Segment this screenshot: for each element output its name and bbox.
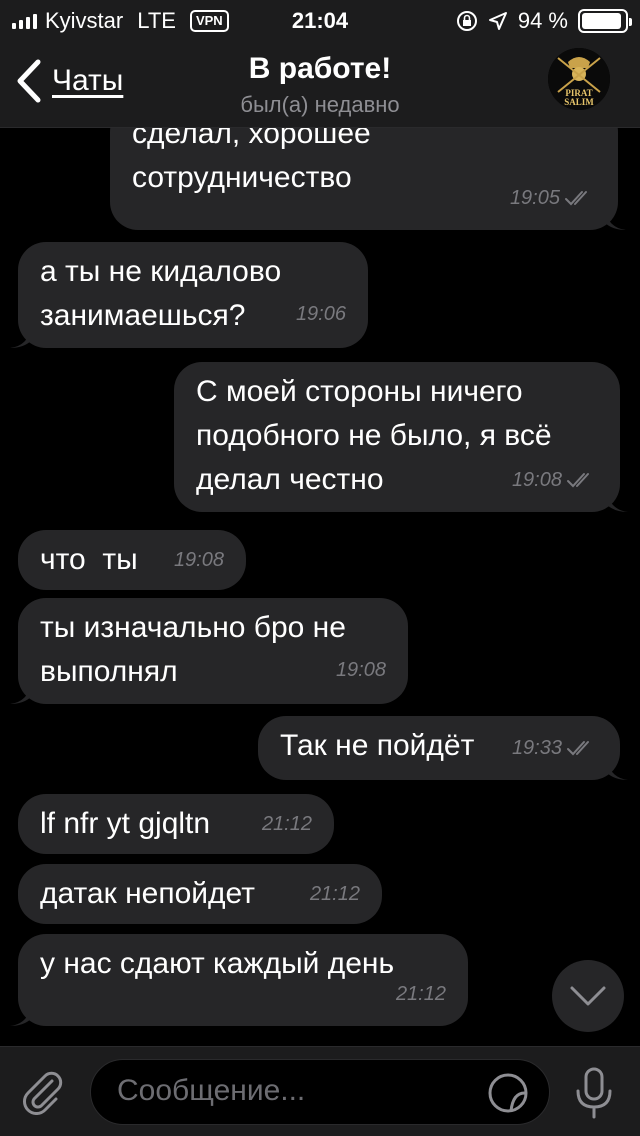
message-time: 19:08 [173,549,224,571]
avatar[interactable]: PIRAT SALIM [548,48,610,110]
bubble-tail [10,1004,32,1026]
message-time: 19:05 [509,187,560,209]
message-text-line: С моей стороны ничего [196,375,523,408]
chat-title[interactable]: В работе! [0,52,640,86]
message-meta: 21:12 [262,802,312,846]
message-bubble-outgoing[interactable]: сделал, хорошее сотрудничество 19:05 [110,128,626,230]
message-bubble-incoming[interactable]: что ты 19:08 [18,530,246,590]
bubble-tail [606,490,628,512]
message-time: 19:06 [295,303,346,325]
message-text-line: сотрудничество [132,161,352,194]
message-bubble-outgoing[interactable]: С моей стороны ничего подобного не было,… [174,362,628,512]
message-text-line: подобного не было, я всё [196,419,552,452]
message-text-line: ты изначально бро не [40,611,346,644]
message-input[interactable]: Сообщение... [90,1059,550,1125]
chat-status: был(а) недавно [240,92,400,117]
message-meta: 21:12 [396,972,446,1016]
message-meta: 19:33 [512,726,596,770]
message-bubble-outgoing[interactable]: Так не пойдёт 19:33 [258,716,628,780]
message-bubble-incoming[interactable]: у нас сдают каждый день 21:12 [10,934,468,1026]
message-time: 21:12 [309,883,360,905]
message-text-line: сделал, хорошее [132,128,371,150]
message-meta: 19:08 [336,648,386,692]
message-meta: 19:05 [510,176,594,220]
battery-percent: 94 % [517,8,568,33]
chat-header: Чаты В работе! был(а) недавно PIRAT SALI… [0,40,640,128]
message-input-placeholder: Сообщение... [117,1074,306,1107]
message-bubble-incoming[interactable]: датак непойдет 21:12 [18,864,382,924]
bubble-tail [10,682,32,704]
scroll-down-button[interactable] [552,960,624,1032]
message-time: 19:33 [511,737,562,759]
chevron-down-icon [570,986,606,1006]
message-meta: 21:12 [310,872,360,916]
pirate-logo-icon: PIRAT SALIM [548,48,610,110]
message-bubble-incoming[interactable]: ты изначально бро не выполнял 19:08 [10,598,408,704]
double-check-icon [567,473,589,488]
bubble-tail [10,326,32,348]
message-text-line: выполнял [40,655,178,688]
double-check-icon [565,191,587,206]
message-time: 21:12 [395,983,446,1005]
bubble-tail [604,208,626,230]
message-meta: 19:08 [174,538,224,582]
message-time: 19:08 [511,469,562,491]
double-check-icon [567,741,589,756]
battery-icon [578,9,632,33]
bubble-tail [606,758,628,780]
paperclip-icon[interactable] [18,1067,66,1115]
microphone-icon[interactable] [574,1067,614,1119]
status-bar: Kyivstar LTE VPN 21:04 94 % [0,0,640,40]
svg-text:SALIM: SALIM [564,97,594,107]
message-meta: 19:06 [296,292,346,336]
message-bubble-incoming[interactable]: lf nfr yt gjqltn 21:12 [18,794,334,854]
message-meta: 19:08 [512,458,596,502]
message-time: 21:12 [261,813,312,835]
message-text-line: у нас сдают каждый день [40,947,395,980]
rotation-lock-icon [456,11,477,31]
message-bubble-incoming[interactable]: а ты не кидалово занимаешься? 19:06 [10,242,368,348]
location-arrow-icon [488,12,507,30]
message-text-line: а ты не кидалово [40,255,282,288]
message-time: 19:08 [335,659,386,681]
message-list[interactable]: сделал, хорошее сотрудничество 19:05 а т… [0,128,640,1046]
message-input-bar: Сообщение... [0,1046,640,1136]
sticker-icon[interactable] [487,1072,529,1114]
